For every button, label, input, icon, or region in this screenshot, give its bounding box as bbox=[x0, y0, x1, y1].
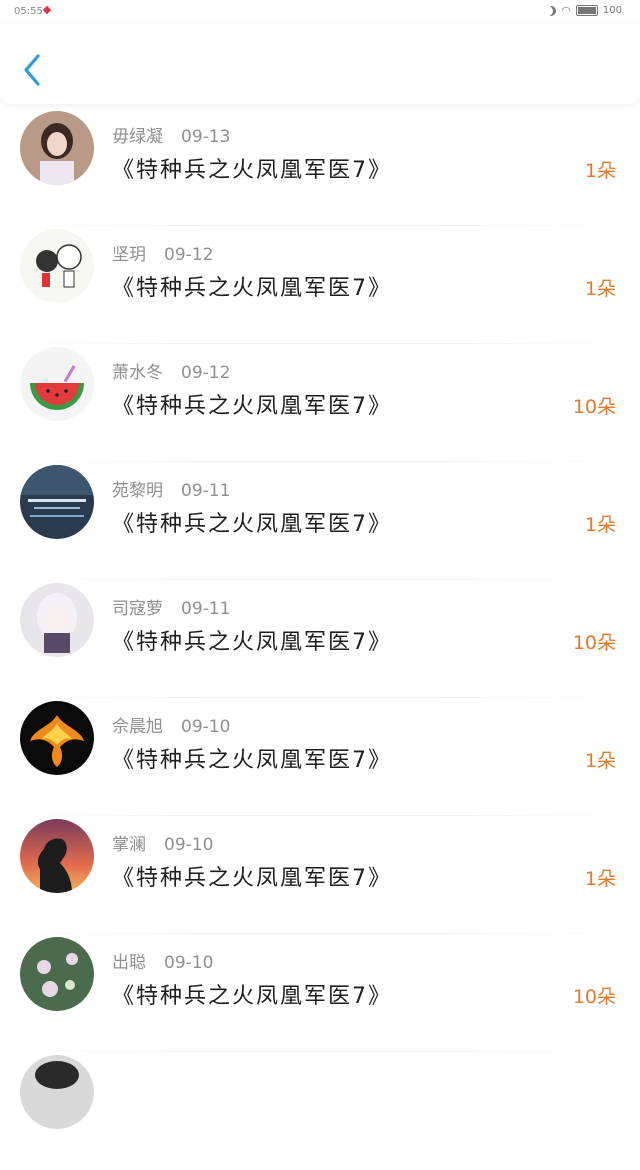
list-item[interactable]: 出聪 09-10 《特种兵之火凤凰军医7》 10朵 bbox=[0, 934, 640, 1052]
sender-name: 佘晨旭 bbox=[112, 717, 163, 737]
sender-line: 萧水冬 09-12 bbox=[112, 358, 230, 383]
flower-count: 10朵 bbox=[572, 396, 616, 418]
flower-count: 1朵 bbox=[584, 868, 616, 890]
list-item[interactable]: 萧水冬 09-12 《特种兵之火凤凰军医7》 10朵 bbox=[0, 344, 640, 462]
flower-list: 毋绿凝 09-13 《特种兵之火凤凰军医7》 1朵 坚玥 09-12 《特种兵之火凤… bbox=[0, 108, 640, 1170]
send-date: 09-12 bbox=[164, 245, 214, 265]
list-item[interactable]: 司寇萝 09-11 《特种兵之火凤凰军医7》 10朵 bbox=[0, 580, 640, 698]
sender-name: 掌澜 bbox=[112, 835, 146, 855]
avatar bbox=[20, 701, 94, 775]
flower-count: 1朵 bbox=[584, 750, 616, 772]
status-bar: 05:55 ◠ 100 bbox=[0, 0, 640, 24]
sender-name: 苑黎明 bbox=[112, 481, 163, 501]
sender-line: 掌澜 09-10 bbox=[112, 830, 213, 855]
avatar bbox=[20, 347, 94, 421]
flower-count: 1朵 bbox=[584, 514, 616, 536]
list-item[interactable]: 毋绿凝 09-13 《特种兵之火凤凰军医7》 1朵 bbox=[0, 108, 640, 226]
book-title: 《特种兵之火凤凰军医7》 bbox=[112, 984, 392, 1009]
book-title: 《特种兵之火凤凰军医7》 bbox=[112, 630, 392, 655]
sender-line: 司寇萝 09-11 bbox=[112, 594, 230, 619]
list-item[interactable]: 坚玥 09-12 《特种兵之火凤凰军医7》 1朵 bbox=[0, 226, 640, 344]
avatar bbox=[20, 937, 94, 1011]
wifi-icon: ◠ bbox=[561, 4, 571, 17]
avatar bbox=[20, 1055, 94, 1129]
book-title: 《特种兵之火凤凰军医7》 bbox=[112, 748, 392, 773]
send-date: 09-12 bbox=[181, 363, 231, 383]
flower-count: 10朵 bbox=[572, 986, 616, 1008]
sender-line: 毋绿凝 09-13 bbox=[112, 122, 230, 147]
sender-line: 苑黎明 09-11 bbox=[112, 476, 230, 501]
avatar bbox=[20, 819, 94, 893]
notification-dot-icon bbox=[42, 5, 52, 15]
header-bar bbox=[0, 24, 640, 104]
back-button[interactable] bbox=[18, 52, 48, 88]
chevron-left-icon bbox=[24, 54, 40, 86]
list-item[interactable] bbox=[0, 1052, 640, 1170]
flower-count: 1朵 bbox=[584, 278, 616, 300]
moon-icon bbox=[546, 6, 556, 16]
avatar bbox=[20, 111, 94, 185]
avatar bbox=[20, 229, 94, 303]
status-icons: ◠ 100 bbox=[546, 4, 622, 17]
send-date: 09-11 bbox=[181, 481, 231, 501]
sender-name: 毋绿凝 bbox=[112, 127, 163, 147]
book-title: 《特种兵之火凤凰军医7》 bbox=[112, 866, 392, 891]
send-date: 09-10 bbox=[164, 953, 214, 973]
book-title: 《特种兵之火凤凰军医7》 bbox=[112, 158, 392, 183]
send-date: 09-10 bbox=[181, 717, 231, 737]
battery-icon bbox=[575, 5, 598, 16]
status-time: 05:55 bbox=[14, 6, 43, 17]
flower-count: 10朵 bbox=[572, 632, 616, 654]
sender-line: 出聪 09-10 bbox=[112, 948, 213, 973]
send-date: 09-13 bbox=[181, 127, 231, 147]
list-item[interactable]: 掌澜 09-10 《特种兵之火凤凰军医7》 1朵 bbox=[0, 816, 640, 934]
send-date: 09-11 bbox=[181, 599, 231, 619]
book-title: 《特种兵之火凤凰军医7》 bbox=[112, 512, 392, 537]
sender-line: 坚玥 09-12 bbox=[112, 240, 213, 265]
list-item[interactable]: 苑黎明 09-11 《特种兵之火凤凰军医7》 1朵 bbox=[0, 462, 640, 580]
book-title: 《特种兵之火凤凰军医7》 bbox=[112, 276, 392, 301]
sender-name: 坚玥 bbox=[112, 245, 146, 265]
book-title: 《特种兵之火凤凰军医7》 bbox=[112, 394, 392, 419]
battery-level: 100 bbox=[602, 5, 622, 16]
send-date: 09-10 bbox=[164, 835, 214, 855]
sender-name: 萧水冬 bbox=[112, 363, 163, 383]
avatar bbox=[20, 583, 94, 657]
sender-name: 司寇萝 bbox=[112, 599, 163, 619]
avatar bbox=[20, 465, 94, 539]
sender-line: 佘晨旭 09-10 bbox=[112, 712, 230, 737]
list-item[interactable]: 佘晨旭 09-10 《特种兵之火凤凰军医7》 1朵 bbox=[0, 698, 640, 816]
flower-count: 1朵 bbox=[584, 160, 616, 182]
sender-name: 出聪 bbox=[112, 953, 146, 973]
